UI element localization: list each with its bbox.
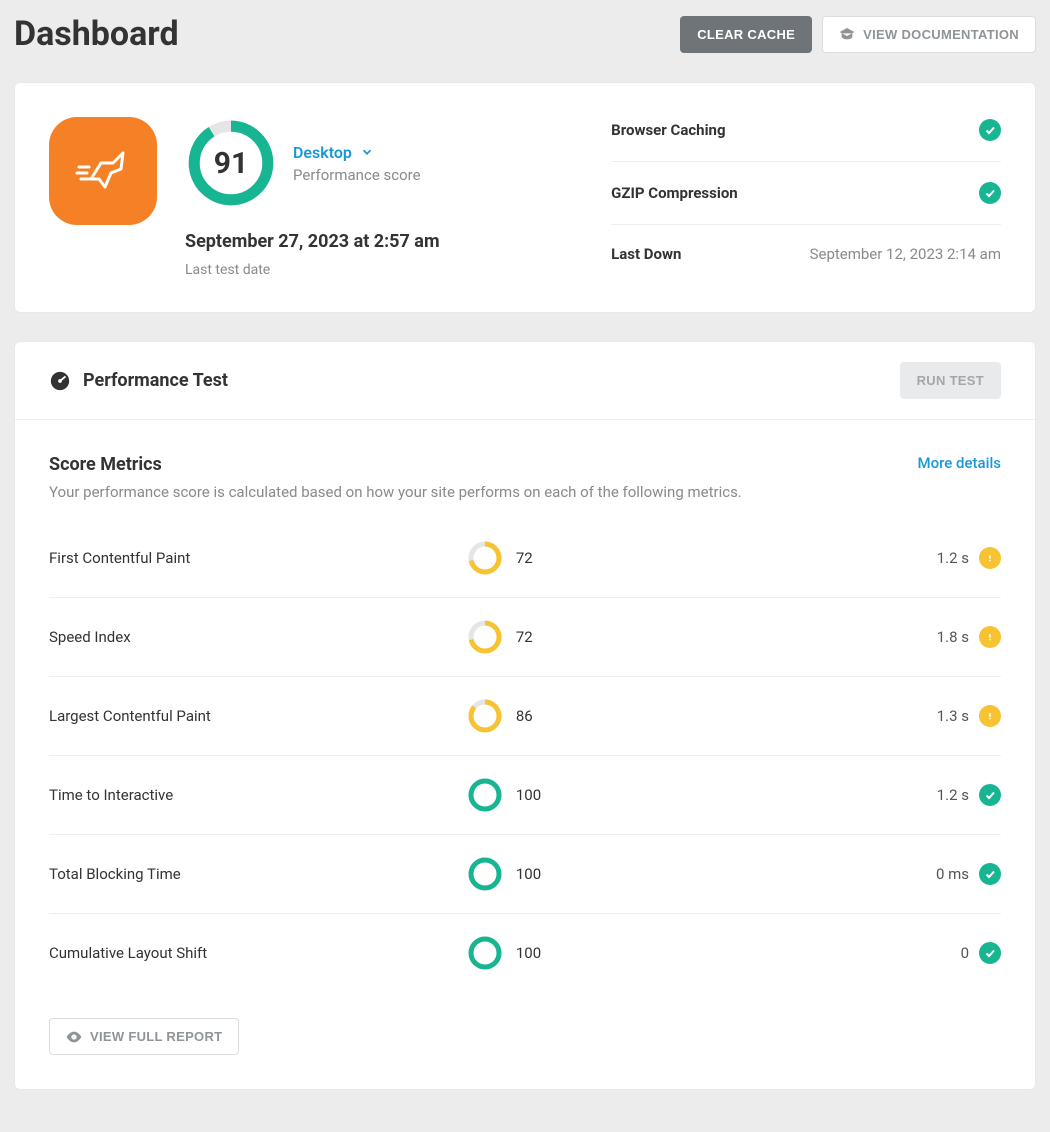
metric-row: Largest Contentful Paint 86 1.3 s [49, 677, 1001, 756]
performance-title: Performance Test [49, 370, 228, 392]
metric-row: Total Blocking Time 100 0 ms [49, 835, 1001, 914]
metric-score: 72 [516, 549, 533, 567]
metric-time: 0 ms [936, 865, 969, 883]
view-full-report-button[interactable]: VIEW FULL REPORT [49, 1018, 239, 1055]
metric-gauge [468, 699, 502, 733]
last-down-value: September 12, 2023 2:14 am [810, 245, 1001, 263]
topbar-actions: CLEAR CACHE VIEW DOCUMENTATION [680, 16, 1036, 53]
check-row: GZIP Compression [611, 162, 1001, 225]
button-label: RUN TEST [917, 373, 984, 388]
metric-gauge [468, 541, 502, 575]
metric-label: Time to Interactive [49, 786, 468, 804]
button-label: CLEAR CACHE [697, 27, 795, 42]
check-ok-icon [979, 182, 1001, 204]
metric-gauge [468, 857, 502, 891]
metric-row: Cumulative Layout Shift 100 0 [49, 914, 1001, 992]
status-ok-icon [979, 784, 1001, 806]
check-label: GZIP Compression [611, 184, 738, 202]
metric-gauge [468, 778, 502, 812]
performance-title-text: Performance Test [83, 370, 228, 391]
graduation-cap-icon [839, 27, 855, 41]
metric-label: Cumulative Layout Shift [49, 944, 468, 962]
performance-card: Performance Test RUN TEST Score Metrics … [14, 341, 1036, 1090]
status-warn-icon [979, 626, 1001, 648]
button-label: VIEW DOCUMENTATION [863, 27, 1019, 42]
main-score-value: 91 [185, 117, 277, 209]
metric-gauge [468, 936, 502, 970]
metrics-sub: Your performance score is calculated bas… [49, 483, 1001, 501]
clear-cache-button[interactable]: CLEAR CACHE [680, 16, 812, 53]
main-score-gauge: 91 [185, 117, 277, 209]
metric-row: First Contentful Paint 72 1.2 s [49, 519, 1001, 598]
check-ok-icon [979, 119, 1001, 141]
topbar: Dashboard CLEAR CACHE VIEW DOCUMENTATION [14, 14, 1036, 54]
device-selector[interactable]: Desktop [293, 143, 374, 162]
gauge-icon [49, 370, 71, 392]
check-label: Browser Caching [611, 121, 725, 139]
metric-time: 1.2 s [937, 786, 969, 804]
brand-logo [49, 117, 157, 225]
score-sub-label: Performance score [293, 166, 421, 184]
more-details-link[interactable]: More details [918, 454, 1002, 472]
metric-list: First Contentful Paint 72 1.2 s Speed Index… [49, 519, 1001, 992]
page-title: Dashboard [14, 14, 179, 54]
metric-row: Speed Index 72 1.8 s [49, 598, 1001, 677]
status-ok-icon [979, 942, 1001, 964]
metric-score: 72 [516, 628, 533, 646]
status-ok-icon [979, 863, 1001, 885]
metric-score: 100 [516, 865, 541, 883]
metric-time: 0 [961, 944, 969, 962]
metric-time: 1.8 s [937, 628, 969, 646]
device-label-text: Desktop [293, 143, 352, 162]
metric-label: Total Blocking Time [49, 865, 468, 883]
summary-checks: Browser Caching GZIP Compression Last Down… [601, 117, 1001, 278]
status-warn-icon [979, 705, 1001, 727]
view-docs-button[interactable]: VIEW DOCUMENTATION [822, 16, 1036, 53]
metric-label: First Contentful Paint [49, 549, 468, 567]
metric-time: 1.3 s [937, 707, 969, 725]
summary-card: 91 Desktop Performance score [14, 82, 1036, 313]
test-date-sub: Last test date [185, 262, 440, 278]
test-date: September 27, 2023 at 2:57 am [185, 231, 440, 252]
metrics-title: Score Metrics [49, 454, 162, 475]
run-test-button[interactable]: RUN TEST [900, 362, 1001, 399]
status-warn-icon [979, 547, 1001, 569]
metric-time: 1.2 s [937, 549, 969, 567]
last-down-label: Last Down [611, 245, 681, 263]
metric-gauge [468, 620, 502, 654]
metric-label: Speed Index [49, 628, 468, 646]
eye-icon [66, 1031, 82, 1043]
button-label: VIEW FULL REPORT [90, 1029, 222, 1044]
metric-score: 86 [516, 707, 533, 725]
check-row: Browser Caching [611, 117, 1001, 162]
metric-score: 100 [516, 944, 541, 962]
chevron-down-icon [360, 145, 374, 159]
metric-label: Largest Contentful Paint [49, 707, 468, 725]
last-down-row: Last Down September 12, 2023 2:14 am [611, 225, 1001, 265]
metric-score: 100 [516, 786, 541, 804]
metric-row: Time to Interactive 100 1.2 s [49, 756, 1001, 835]
